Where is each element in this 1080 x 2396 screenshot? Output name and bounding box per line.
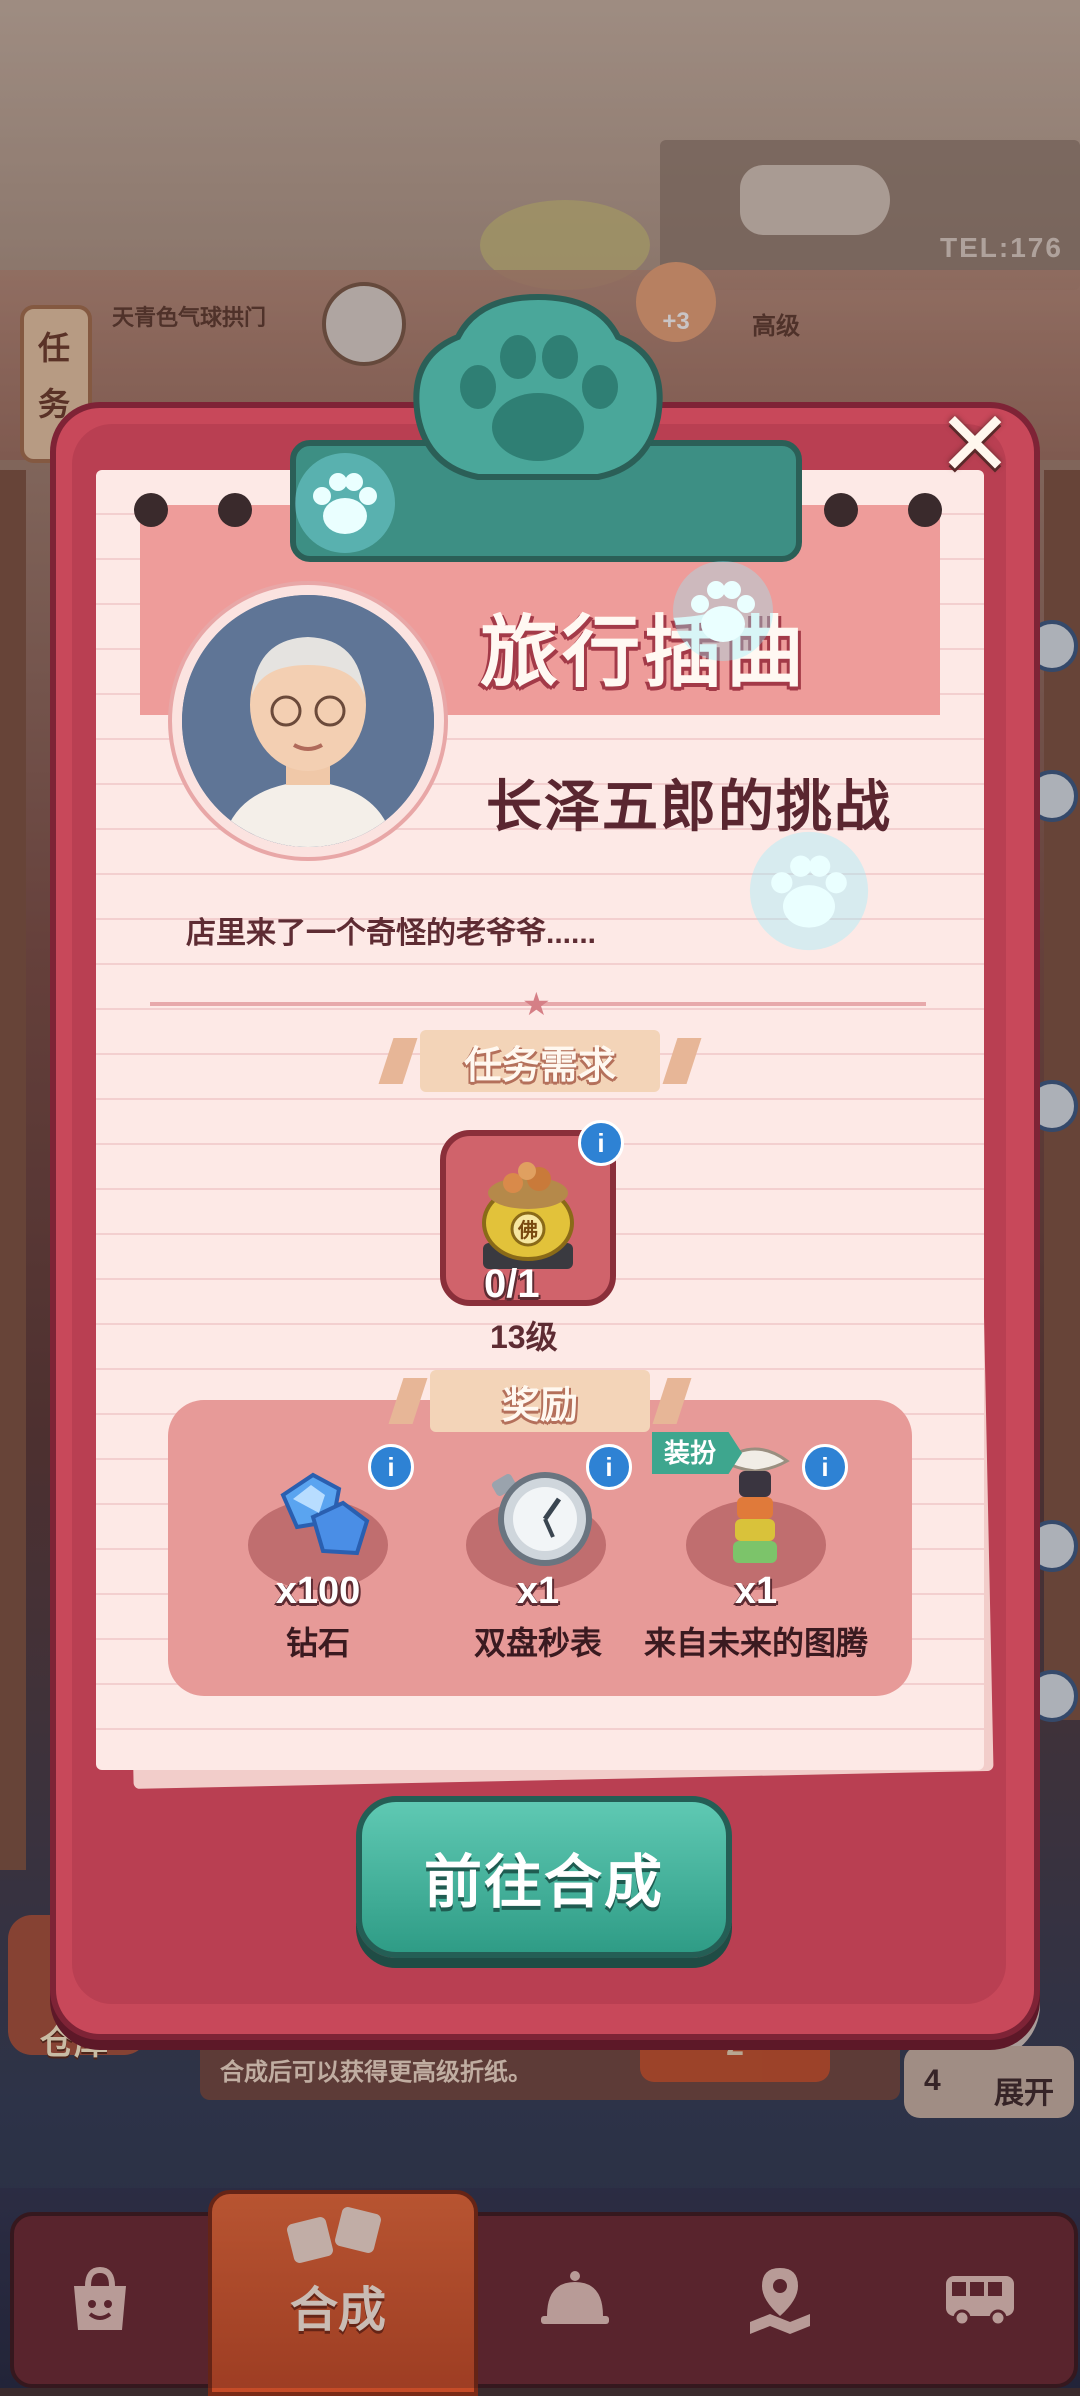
close-button[interactable]: ✕ xyxy=(930,400,1020,490)
pot-mark: 佛 xyxy=(517,1218,538,1242)
reward-header: 奖励 xyxy=(430,1370,650,1432)
event-description: 店里来了一个奇怪的老爷爷...... xyxy=(186,917,597,950)
paper-hole xyxy=(824,493,858,527)
diamond-info-button[interactable]: i xyxy=(368,1444,414,1490)
stopwatch-info-button[interactable]: i xyxy=(586,1444,632,1490)
star-icon: ★ xyxy=(522,986,551,1022)
reward-name-totem: 来自未来的图腾 xyxy=(643,1625,868,1661)
glowing-paw-icon xyxy=(673,561,773,661)
reward-name-stopwatch: 双盘秒表 xyxy=(473,1625,602,1661)
go-merge-button[interactable]: 前往合成 xyxy=(356,1796,732,1958)
requirement-level: 13级 xyxy=(490,1319,558,1355)
paw-clip-icon xyxy=(413,293,663,480)
old-man-avatar xyxy=(172,585,444,857)
paper-hole xyxy=(218,493,252,527)
paper-hole xyxy=(134,493,168,527)
requirement-count: 0/1 xyxy=(484,1262,540,1306)
reward-qty-totem: x1 xyxy=(734,1570,778,1612)
costume-tag: 装扮 xyxy=(652,1432,743,1474)
reward-name-diamond: 钻石 xyxy=(285,1625,350,1661)
glowing-paw-icon xyxy=(749,831,869,951)
paper-hole xyxy=(908,493,942,527)
totem-info-button[interactable]: i xyxy=(802,1444,848,1490)
required-item-info-button[interactable]: i xyxy=(578,1120,624,1166)
glowing-paw-icon xyxy=(295,453,395,553)
requirement-header: 任务需求 xyxy=(420,1030,660,1092)
reward-qty-stopwatch: x1 xyxy=(516,1570,560,1612)
reward-qty-diamond: x100 xyxy=(275,1570,361,1612)
